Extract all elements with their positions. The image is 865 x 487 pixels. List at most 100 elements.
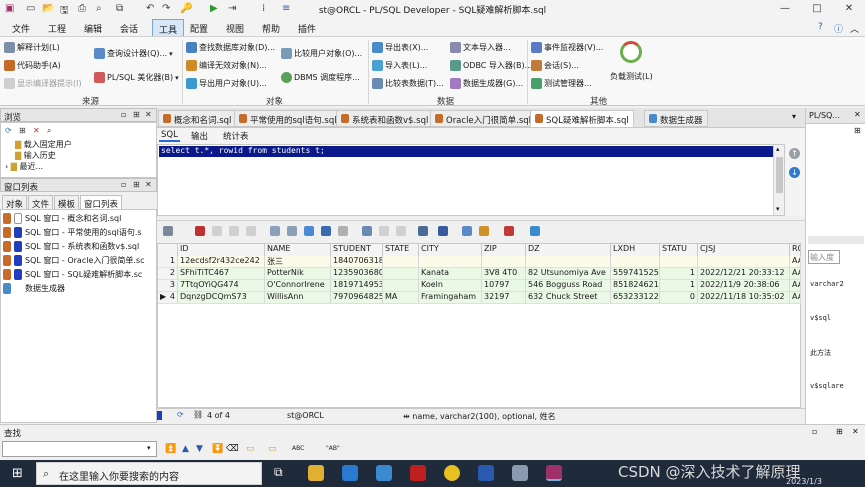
link-icon[interactable] (462, 226, 472, 236)
export-tables-button[interactable]: 导出表(X)... (372, 42, 428, 53)
grid-cell-state[interactable]: MA (383, 292, 419, 304)
menu-project[interactable]: 工程 (48, 22, 66, 35)
grid-cell-ro[interactable]: AA (790, 256, 801, 268)
find-input[interactable]: ▾ (2, 441, 157, 457)
sort-down-icon[interactable] (379, 226, 389, 236)
right-panel-scrollbar[interactable] (808, 236, 864, 244)
highlight-icon[interactable]: ⏬ (212, 444, 223, 454)
column-header-state[interactable]: STATE (383, 244, 419, 256)
find-next-icon[interactable]: ▼ (196, 444, 203, 454)
close-panel-icon[interactable]: ✕ (854, 110, 861, 119)
save-grid-icon[interactable] (438, 226, 448, 236)
data-generator-button[interactable]: 数据生成器(G)... (450, 78, 523, 89)
find-first-icon[interactable]: ⏫ (165, 444, 176, 454)
grid-cell-name[interactable]: WillisAnn (265, 292, 331, 304)
app-icon[interactable] (512, 465, 528, 481)
sort-up-icon[interactable] (396, 226, 406, 236)
grid-cell-cjsj[interactable]: 2022/11/18 10:35:02 (698, 292, 790, 304)
grid-cell-state[interactable] (383, 280, 419, 292)
clear-icon[interactable] (338, 226, 348, 236)
row-number[interactable]: 1 (158, 256, 178, 268)
grid-settings-icon[interactable] (163, 226, 173, 236)
minimize-button[interactable]: — (770, 1, 800, 17)
filter-grid-icon[interactable] (530, 226, 540, 236)
windows-start-icon[interactable]: ⊞ (12, 466, 23, 481)
window-list-item[interactable]: SQL 窗口 - Oracle入门很简单.sc (3, 254, 155, 267)
row-number[interactable]: 2 (158, 268, 178, 280)
compare-table-data-button[interactable]: 比较表数据(T)... (372, 78, 444, 89)
tab-common-sql[interactable]: 平常使用的sql语句.sql (234, 110, 342, 127)
grid-cell-cjsj[interactable] (698, 256, 790, 268)
tree-item-input-history[interactable]: ▇ 输入历史 (15, 150, 56, 161)
grid-cell-city[interactable]: Kanata (419, 268, 482, 280)
grid-cell-dz[interactable]: 632 Chuck Street (526, 292, 611, 304)
find-db-objects-button[interactable]: 查找数据库对象(D)... (186, 42, 275, 53)
grid-cell-statu[interactable]: 1 (660, 268, 698, 280)
event-monitor-button[interactable]: 事件监视器(V)... (531, 42, 603, 53)
sql-editor[interactable]: select t.*, rowid from students t; ▴ ▾ (157, 144, 785, 216)
grid-cell-state[interactable] (383, 256, 419, 268)
menu-plugins[interactable]: 插件 (298, 22, 316, 35)
column-header-student[interactable]: STUDENT (331, 244, 383, 256)
scroll-down-icon[interactable]: ▾ (776, 205, 780, 213)
column-header-name[interactable]: NAME (265, 244, 331, 256)
column-header-lxdh[interactable]: LXDH (611, 244, 660, 256)
window-list-item[interactable]: SQL 窗口 - 系统表和函数v$.sql (3, 240, 155, 253)
test-manager-button[interactable]: 测试管理器... (531, 78, 592, 89)
column-header-cjsj[interactable]: CJSJ (698, 244, 790, 256)
panel-menu-icon[interactable]: ▫ (812, 427, 817, 436)
lock-icon[interactable] (195, 226, 205, 236)
close-panel-icon[interactable]: ✕ (852, 427, 859, 436)
explain-plan-button[interactable]: 解释计划(L) (4, 42, 60, 53)
sessions-button[interactable]: 会话(S)... (531, 60, 579, 71)
plsql-developer-icon[interactable] (546, 465, 562, 481)
grid-cell-name[interactable]: PotterNik (265, 268, 331, 280)
close-button[interactable]: ✕ (834, 1, 864, 17)
grid-cell-statu[interactable]: 1 (660, 280, 698, 292)
grid-cell-student[interactable]: 1819714953 (331, 280, 383, 292)
panel-menu-icon[interactable]: ▫ (121, 110, 126, 119)
info-icon[interactable]: ⓘ (834, 22, 843, 35)
grid-cell-city[interactable] (419, 256, 482, 268)
insert-row-icon[interactable] (212, 226, 222, 236)
menu-file[interactable]: 文件 (12, 22, 30, 35)
column-header-rowid[interactable]: RO (790, 244, 801, 256)
whole-word-icon[interactable]: "AB" (326, 445, 340, 452)
first-record-icon[interactable] (270, 226, 280, 236)
delete-icon[interactable]: ✕ (33, 126, 40, 135)
grid-cell-state[interactable] (383, 268, 419, 280)
arrow-down-icon[interactable]: ↓ (789, 167, 800, 178)
column-header-statu[interactable]: STATU (660, 244, 698, 256)
export-grid-icon[interactable] (418, 226, 428, 236)
grid-cell-student[interactable]: 1840706318 (331, 256, 383, 268)
text-importer-button[interactable]: 文本导入器... (450, 42, 511, 53)
grid-cell-lxdh[interactable]: 8518246211 (611, 280, 660, 292)
compare-user-objects-button[interactable]: 比较用户对象(O)... (281, 48, 362, 59)
grid-cell-lxdh[interactable]: 5597415251 (611, 268, 660, 280)
pin-icon[interactable]: ⊞ (133, 180, 140, 189)
subtab-statistics[interactable]: 统计表 (223, 130, 249, 142)
filter-icon[interactable]: ⌕ (47, 126, 51, 136)
add-icon[interactable]: ⊞ (19, 126, 26, 135)
compile-invalid-button[interactable]: 编译无效对象(N)... (186, 60, 267, 71)
find-in-files-icon[interactable]: ▭ (268, 444, 277, 454)
window-list-item[interactable]: SQL 窗口 - SQL疑难解析脚本.sc (3, 268, 155, 281)
close-panel-icon[interactable]: ✕ (145, 180, 152, 189)
dbms-scheduler-button[interactable]: DBMS 调度程序... (281, 72, 360, 83)
find-previous-icon[interactable]: ▲ (182, 444, 189, 454)
row-number[interactable]: 3 (158, 280, 178, 292)
tab-data-generator[interactable]: 数据生成器 (644, 110, 708, 127)
refresh-data-icon[interactable] (304, 226, 314, 236)
export-menu-icon[interactable] (504, 226, 514, 236)
pin-icon[interactable]: ⊞ (836, 427, 843, 436)
chrome-icon[interactable] (444, 465, 460, 481)
grid-cell-dz[interactable]: 82 Utsunomiya Ave (526, 268, 611, 280)
tab-system-tables[interactable]: 系统表和函数v$.sql (336, 110, 434, 127)
grid-cell-id[interactable]: 12ecdsf2r432ce242 (178, 256, 265, 268)
load-test-button[interactable]: 负载测试(L) (610, 41, 653, 82)
scroll-up-icon[interactable]: ▴ (776, 145, 780, 153)
word-icon[interactable] (478, 465, 494, 481)
editor-scrollbar[interactable]: ▴ ▾ (773, 145, 784, 215)
grid-cell-name[interactable]: O'ConnorIrene (265, 280, 331, 292)
grid-cell-zip[interactable]: 10797 (482, 280, 526, 292)
